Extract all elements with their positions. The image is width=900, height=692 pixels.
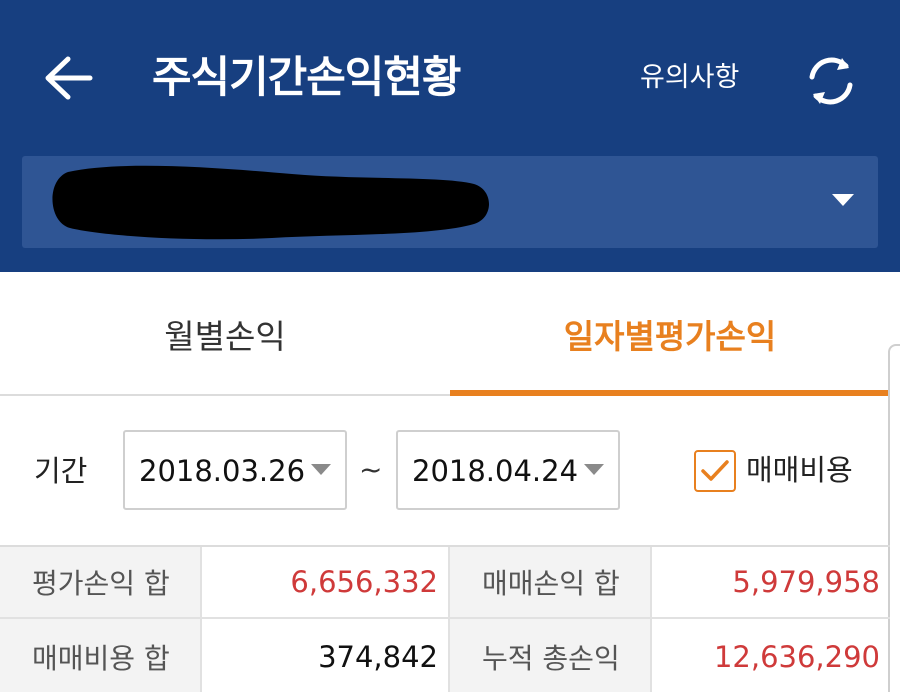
back-button[interactable]	[38, 48, 98, 108]
start-date-value: 2018.03.26	[139, 454, 306, 488]
tab-monthly-profit[interactable]: 월별손익	[0, 272, 450, 396]
cumulative-total-profit-label: 누적 총손익	[448, 619, 650, 692]
account-select[interactable]	[22, 156, 878, 248]
trading-cost-sum-label: 매매비용 합	[0, 619, 200, 692]
tab-daily-valuation-profit[interactable]: 일자별평가손익	[450, 272, 890, 396]
trading-cost-label[interactable]: 매매비용	[746, 448, 853, 492]
checkmark-icon	[701, 460, 729, 481]
caret-down-icon	[311, 464, 331, 475]
chevron-down-icon	[832, 194, 854, 206]
caret-down-icon	[584, 464, 604, 475]
tab-bar: 월별손익 일자별평가손익	[0, 272, 890, 396]
valuation-profit-sum-label: 평가손익 합	[0, 547, 200, 617]
date-range-separator: ~	[359, 453, 383, 486]
arrow-left-icon	[45, 56, 93, 100]
redacted-account-mask	[52, 165, 490, 240]
refresh-icon	[809, 57, 853, 105]
table-row: 매매비용 합 374,842 누적 총손익 12,636,290	[0, 619, 890, 692]
summary-table: 평가손익 합 6,656,332 매매손익 합 5,979,958 매매비용 합…	[0, 545, 890, 692]
start-date-select[interactable]: 2018.03.26	[123, 430, 347, 510]
trading-cost-checkbox[interactable]	[694, 450, 736, 492]
trading-cost-sum-value: 374,842	[200, 619, 448, 692]
end-date-select[interactable]: 2018.04.24	[396, 430, 620, 510]
table-row: 평가손익 합 6,656,332 매매손익 합 5,979,958	[0, 547, 890, 619]
trading-profit-sum-label: 매매손익 합	[448, 547, 650, 617]
page-title: 주식기간손익현황	[152, 53, 461, 103]
cumulative-total-profit-value: 12,636,290	[650, 619, 890, 692]
trading-profit-sum-value: 5,979,958	[650, 547, 890, 617]
active-tab-indicator	[450, 390, 890, 396]
period-label: 기간	[34, 454, 88, 488]
valuation-profit-sum-value: 6,656,332	[200, 547, 448, 617]
notice-button[interactable]: 유의사항	[640, 56, 739, 100]
end-date-value: 2018.04.24	[412, 454, 579, 488]
refresh-button[interactable]	[798, 48, 864, 114]
app-header: 주식기간손익현황 유의사항	[0, 0, 900, 272]
